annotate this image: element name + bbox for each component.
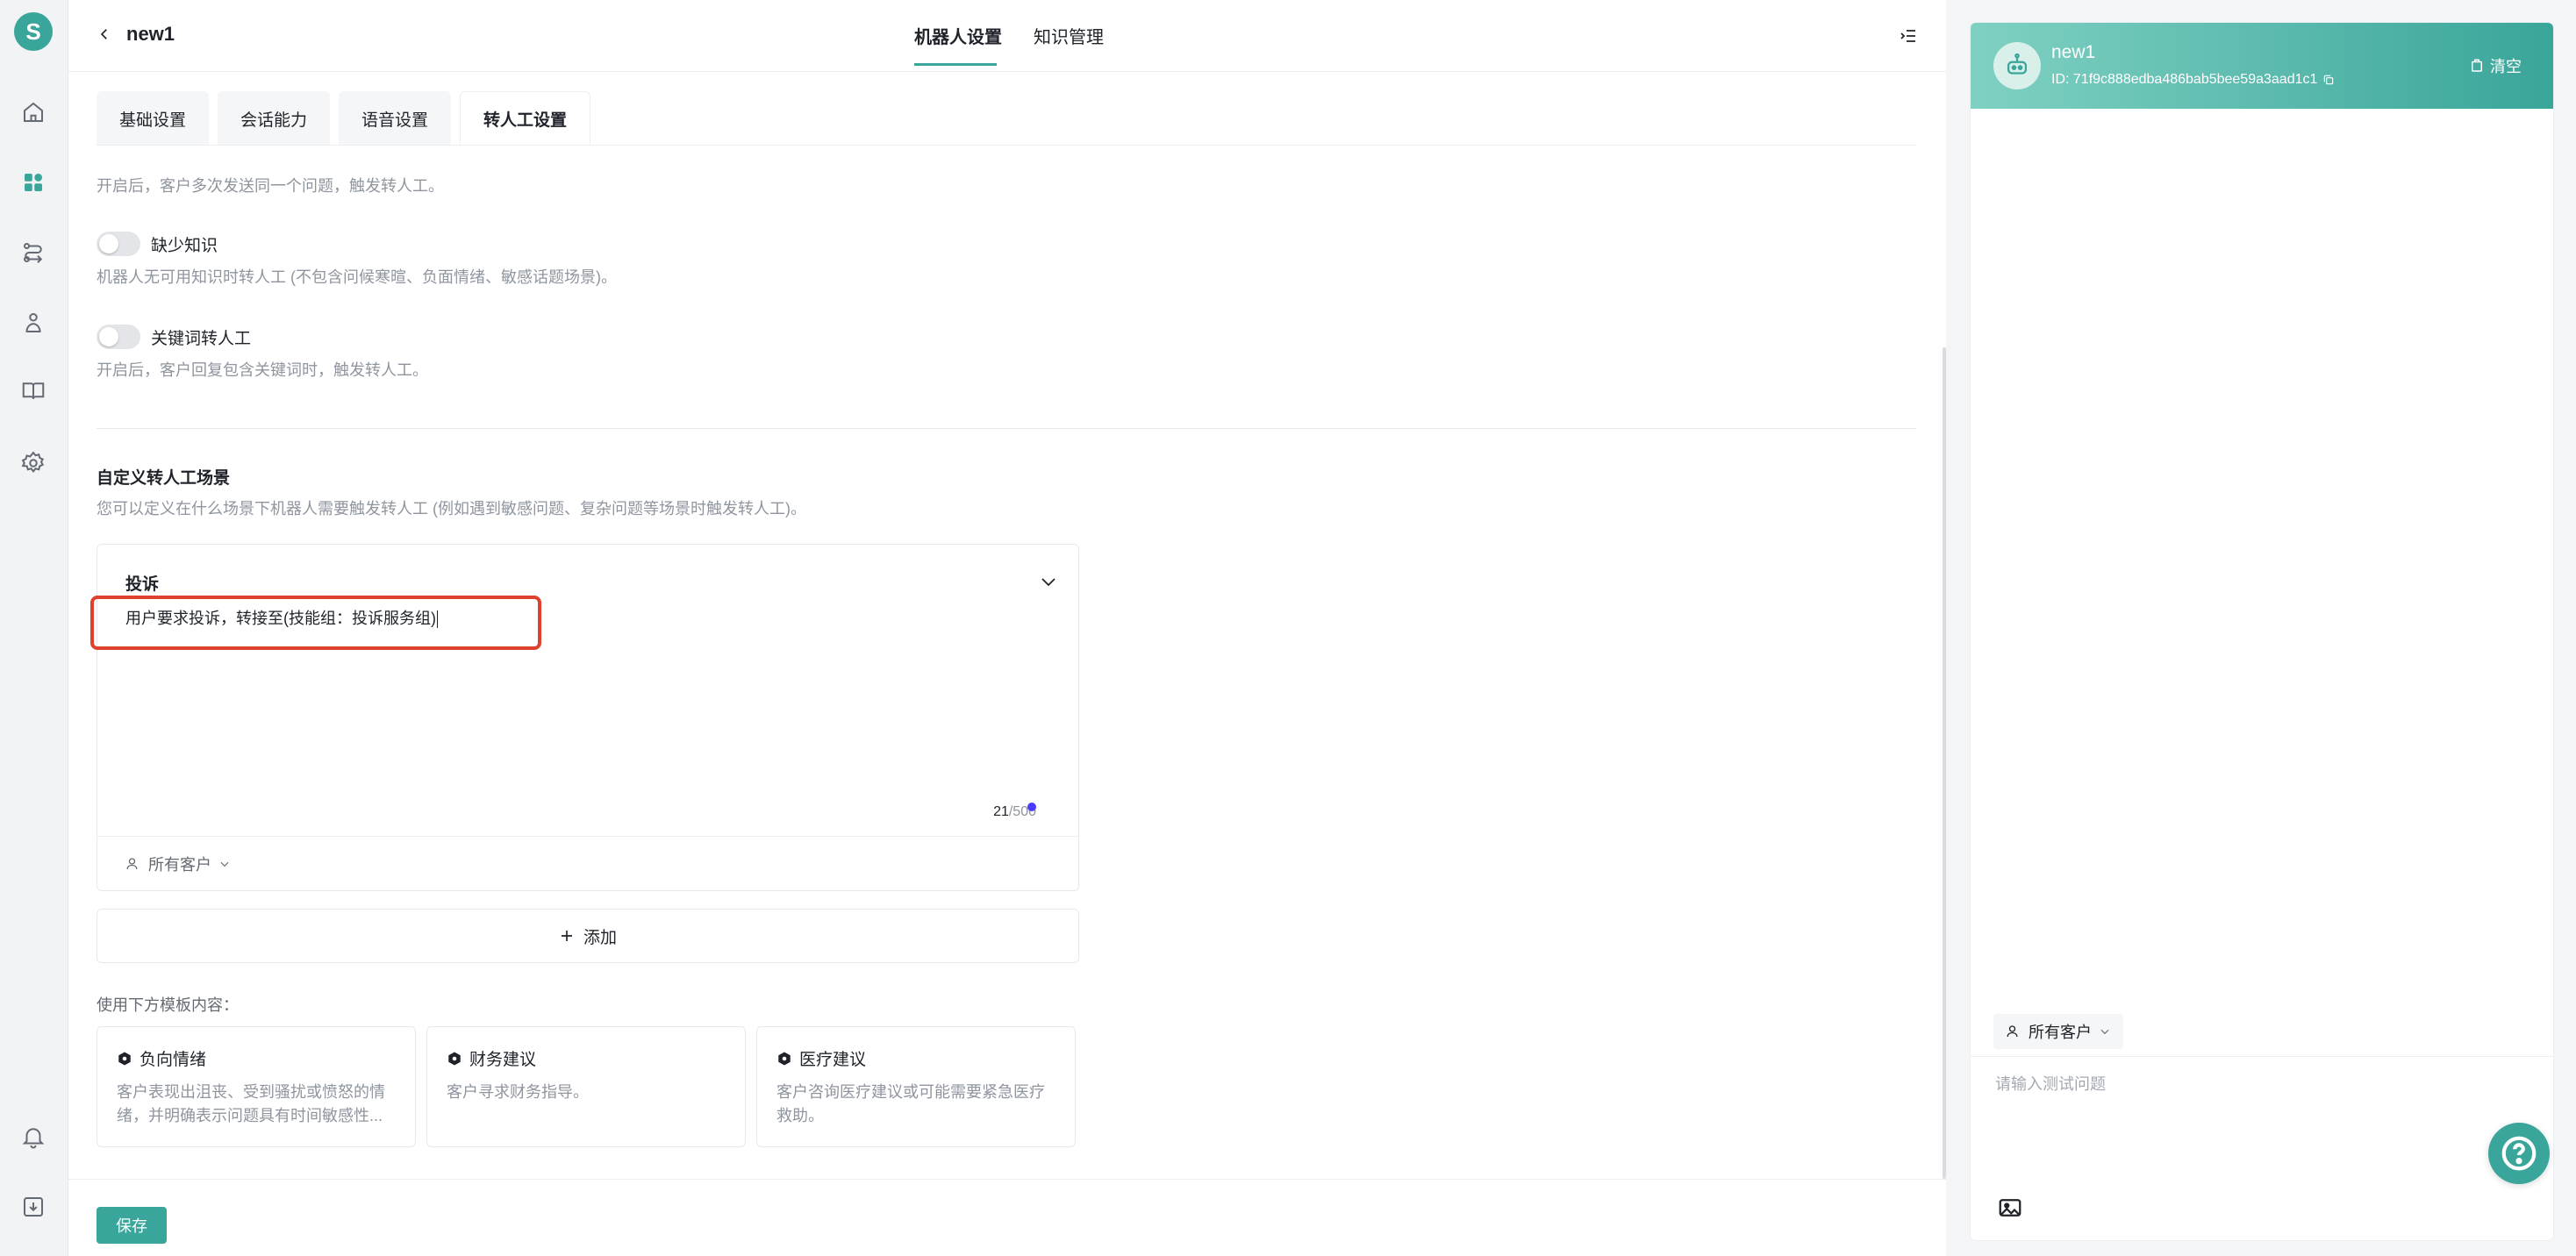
active-tab-indicator <box>914 63 997 66</box>
main-scrollbar[interactable] <box>1943 347 1946 1179</box>
user-icon <box>2007 1025 2018 1038</box>
bot-id-text: ID: 71f9c888edba486bab5bee59a3aad1c1 <box>2051 72 2318 87</box>
section-divider <box>97 428 1916 429</box>
keyword-handoff-label: 关键词转人工 <box>151 329 252 348</box>
add-scenario-button[interactable]: 添加 <box>97 909 1079 963</box>
audience-selector[interactable]: 所有客户 <box>97 836 1078 890</box>
broom-icon <box>2472 59 2482 72</box>
chevron-down-icon <box>220 861 229 867</box>
scenario-name[interactable]: 投诉 <box>125 571 159 595</box>
clear-chat-button[interactable]: 清空 <box>2469 54 2522 77</box>
dashboard-icon[interactable] <box>18 167 49 198</box>
bot-name: new1 <box>2051 42 2096 62</box>
logo-letter: S <box>25 18 41 45</box>
clear-label: 清空 <box>2490 58 2522 75</box>
add-label: 添加 <box>583 928 617 947</box>
keyword-handoff-row: 关键词转人工 <box>97 325 251 349</box>
keyword-handoff-toggle[interactable] <box>97 325 140 349</box>
subtab-handoff[interactable]: 转人工设置 <box>460 91 591 146</box>
hexagon-icon <box>778 1052 791 1065</box>
robot-icon <box>2007 53 2028 75</box>
custom-handoff-title: 自定义转人工场景 <box>97 469 231 488</box>
bot-avatar <box>1993 42 2041 89</box>
chevron-down-icon <box>2100 1029 2109 1035</box>
chat-audience-selector[interactable]: 所有客户 <box>1993 1014 2123 1049</box>
subtab-voice[interactable]: 语音设置 <box>339 91 452 146</box>
custom-handoff-desc: 您可以定义在什么场景下机器人需要触发转人工 (例如遇到敏感问题、复杂问题等场景时… <box>97 500 806 517</box>
flow-icon[interactable] <box>18 237 49 268</box>
scenario-card: 投诉 用户要求投诉，转接至(技能组：投诉服务组) 21/500 所有客户 <box>90 544 1079 891</box>
repeat-question-desc: 开启后，客户多次发送同一个问题，触发转人工。 <box>97 177 444 195</box>
template-card-negative-emotion[interactable]: 负向情绪 客户表现出沮丧、受到骚扰或愤怒的情绪，并明确表示问题具有时间敏感性..… <box>97 1026 416 1147</box>
back-arrow-icon[interactable] <box>91 21 118 47</box>
settings-subtabs: 基础设置 会话能力 语音设置 转人工设置 <box>97 91 591 146</box>
hexagon-icon <box>118 1052 131 1065</box>
hexagon-icon <box>448 1052 461 1065</box>
highlight-annotation <box>90 596 541 650</box>
template-card-medical-advice[interactable]: 医疗建议 客户咨询医疗建议或可能需要紧急医疗救助。 <box>756 1026 1076 1147</box>
download-icon[interactable] <box>18 1191 49 1223</box>
cursor-dot <box>1027 803 1036 811</box>
missing-knowledge-desc: 机器人无可用知识时转人工 (不包含问候寒暄、负面情绪、敏感话题场景)。 <box>97 268 617 286</box>
test-question-input[interactable] <box>1995 1075 2487 1094</box>
top-bar: new1 机器人设置 知识管理 <box>68 0 1946 72</box>
tab-robot-settings[interactable]: 机器人设置 <box>914 23 1002 48</box>
char-count: 21 <box>993 804 1009 819</box>
book-icon[interactable] <box>18 375 49 407</box>
app-logo[interactable]: S <box>14 12 53 51</box>
question-icon <box>2501 1136 2537 1171</box>
users-icon[interactable] <box>18 307 49 339</box>
settings-icon[interactable] <box>18 447 49 479</box>
template-desc: 客户表现出沮丧、受到骚扰或愤怒的情绪，并明确表示问题具有时间敏感性... <box>117 1083 385 1124</box>
subtab-conversation[interactable]: 会话能力 <box>218 91 331 146</box>
keyword-handoff-desc: 开启后，客户回复包含关键词时，触发转人工。 <box>97 361 428 379</box>
save-button[interactable]: 保存 <box>97 1207 167 1244</box>
subtab-basic[interactable]: 基础设置 <box>97 91 210 146</box>
template-desc: 客户寻求财务指导。 <box>447 1083 589 1101</box>
left-rail: S <box>0 0 68 1256</box>
chat-audience-label: 所有客户 <box>2029 1024 2092 1041</box>
bot-id: ID: 71f9c888edba486bab5bee59a3aad1c1 <box>2051 72 2335 88</box>
missing-knowledge-label: 缺少知识 <box>151 236 218 255</box>
collapse-panel-icon[interactable] <box>1895 23 1921 49</box>
image-upload-icon[interactable] <box>1997 1195 2023 1221</box>
chat-header: new1 ID: 71f9c888edba486bab5bee59a3aad1c… <box>1971 23 2553 109</box>
template-title: 负向情绪 <box>140 1051 207 1069</box>
home-icon[interactable] <box>18 96 49 128</box>
template-title: 医疗建议 <box>799 1051 867 1069</box>
help-button[interactable] <box>2488 1123 2550 1184</box>
template-title: 财务建议 <box>469 1051 537 1069</box>
tab-knowledge-management[interactable]: 知识管理 <box>1034 23 1104 48</box>
copy-icon[interactable] <box>2322 74 2335 86</box>
template-label: 使用下方模板内容： <box>97 996 239 1014</box>
user-icon <box>126 857 138 869</box>
main-panel: new1 机器人设置 知识管理 基础设置 会话能力 语音设置 转人工设置 开启后… <box>68 0 1946 1256</box>
chat-test-panel: new1 ID: 71f9c888edba486bab5bee59a3aad1c… <box>1971 23 2553 1240</box>
subtab-divider <box>97 145 1916 146</box>
audience-label: 所有客户 <box>148 855 211 874</box>
bell-icon[interactable] <box>18 1121 49 1153</box>
page-title: new1 <box>126 23 175 45</box>
chevron-down-icon[interactable] <box>1038 571 1059 592</box>
template-card-financial-advice[interactable]: 财务建议 客户寻求财务指导。 <box>426 1026 746 1147</box>
chat-input-divider <box>1971 1056 2553 1057</box>
missing-knowledge-row: 缺少知识 <box>97 232 218 256</box>
save-bar: 保存 <box>68 1179 1946 1256</box>
plus-icon <box>561 931 572 941</box>
template-desc: 客户咨询医疗建议或可能需要紧急医疗救助。 <box>776 1083 1045 1124</box>
missing-knowledge-toggle[interactable] <box>97 232 140 256</box>
